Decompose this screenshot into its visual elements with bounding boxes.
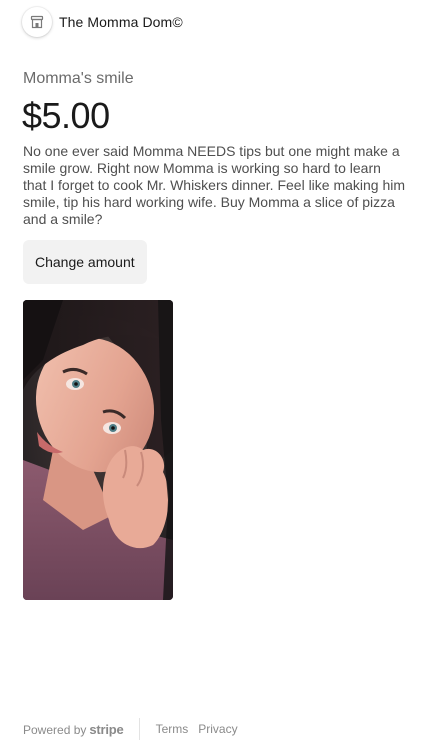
checkout-page: The Momma Dom© Momma's smile $5.00 No on…	[0, 0, 430, 752]
product-image	[23, 300, 173, 600]
merchant-logo[interactable]	[22, 7, 52, 37]
footer-divider	[138, 718, 140, 740]
product-price: $5.00	[22, 95, 110, 136]
storefront-icon	[30, 15, 44, 29]
product-name: Momma's smile	[23, 70, 134, 87]
footer: Powered by stripe Terms Privacy	[23, 718, 248, 740]
change-amount-button[interactable]: Change amount	[23, 240, 147, 284]
powered-by-stripe-link[interactable]: Powered by stripe	[23, 722, 124, 737]
terms-link[interactable]: Terms	[156, 722, 189, 736]
merchant-name: The Momma Dom©	[59, 14, 183, 30]
powered-by-label: Powered by	[23, 722, 87, 737]
stripe-logo: stripe	[89, 721, 124, 737]
privacy-link[interactable]: Privacy	[198, 722, 237, 736]
portrait-photo	[23, 300, 173, 600]
product-description: No one ever said Momma NEEDS tips but on…	[23, 143, 406, 227]
merchant-header: The Momma Dom©	[22, 7, 183, 37]
